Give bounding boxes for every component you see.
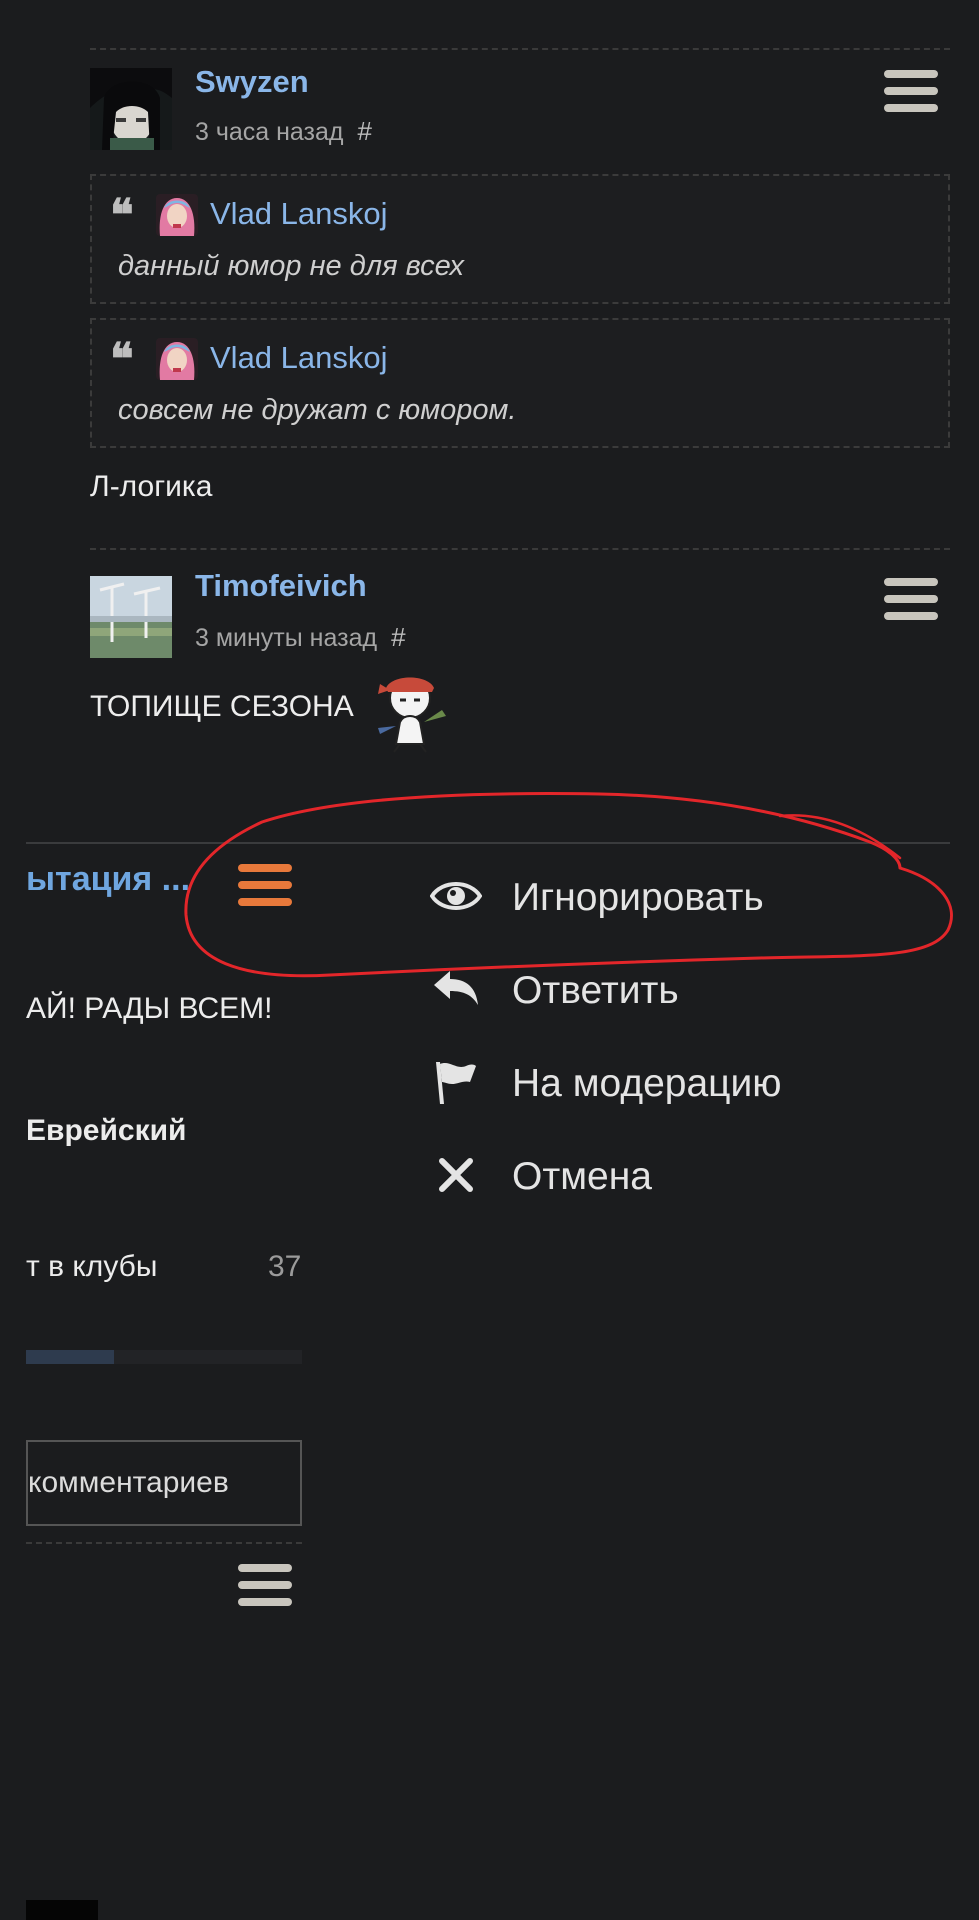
comment: Timofeivich 3 минуты назад # ТОПИЩЕ СЕЗОН… [90,548,950,753]
clubs-count: 37 [268,1250,302,1283]
menu-item-ignore[interactable]: Игнорировать [429,866,950,926]
flag-icon [430,1058,482,1106]
quote-author[interactable]: Vlad Lanskoj [210,196,388,232]
avatar[interactable] [90,68,172,150]
permalink-hash[interactable]: # [391,622,405,652]
comment-time-text: 3 часа назад [195,118,344,146]
quote-avatar[interactable] [156,194,198,236]
language-text: Еврейский [26,1114,187,1147]
quote-avatar[interactable] [156,338,198,380]
comments-button[interactable]: комментариев [26,1440,302,1526]
comment-text: ТОПИЩЕ СЕЗОНА [90,690,354,723]
thumbnail[interactable] [26,1900,98,1920]
comment-menu-button[interactable] [884,578,938,622]
hamburger-menu-icon[interactable] [238,864,292,908]
eye-icon [429,872,483,920]
background-panel: ытация ... АЙ! РАДЫ ВСЕМ! Еврейский т в … [26,842,304,1920]
permalink-hash[interactable]: # [358,116,372,146]
welcome-text: АЙ! РАДЫ ВСЕМ! [26,992,273,1025]
page: Swyzen 3 часа назад # ❝ Vlad Lanskoj данн… [0,0,979,1920]
clubs-label[interactable]: т в клубы [26,1250,157,1284]
quote-icon: ❝ [110,334,134,385]
progress-fill [26,1350,115,1364]
menu-item-report[interactable]: На модерацию [430,1052,950,1112]
comment: Swyzen 3 часа назад # ❝ Vlad Lanskoj данн… [90,48,950,503]
comment-author[interactable]: Swyzen [195,64,309,100]
menu-item-label: Отмена [512,1155,652,1198]
quote-icon: ❝ [110,190,134,241]
reputation-header[interactable]: ытация ... [26,860,190,899]
quote-author[interactable]: Vlad Lanskoj [210,340,388,376]
quote-text: совсем не дружат с юмором. [118,394,517,426]
comment-time: 3 минуты назад # [195,622,406,653]
quote-block: ❝ Vlad Lanskoj данный юмор не для всех [90,174,950,304]
divider [26,1542,302,1544]
sticker-image [370,670,450,754]
comment-time-text: 3 минуты назад [195,624,378,652]
quote-block: ❝ Vlad Lanskoj совсем не дружат с юмором… [90,318,950,448]
close-icon [430,1151,482,1199]
menu-item-reply[interactable]: Ответить [430,959,950,1019]
menu-item-cancel[interactable]: Отмена [430,1145,950,1205]
comment-time: 3 часа назад # [195,116,372,147]
comment-text: Л-логика [90,470,213,503]
menu-item-label: Игнорировать [512,876,764,919]
comment-menu-button[interactable] [884,70,938,114]
comment-author[interactable]: Timofeivich [195,568,367,604]
quote-text: данный юмор не для всех [118,250,465,282]
menu-icon[interactable] [238,1564,292,1608]
avatar[interactable] [90,576,172,658]
progress-bar [26,1350,302,1364]
reply-icon [430,965,482,1013]
menu-item-label: На модерацию [512,1062,782,1105]
menu-item-label: Ответить [512,969,679,1012]
